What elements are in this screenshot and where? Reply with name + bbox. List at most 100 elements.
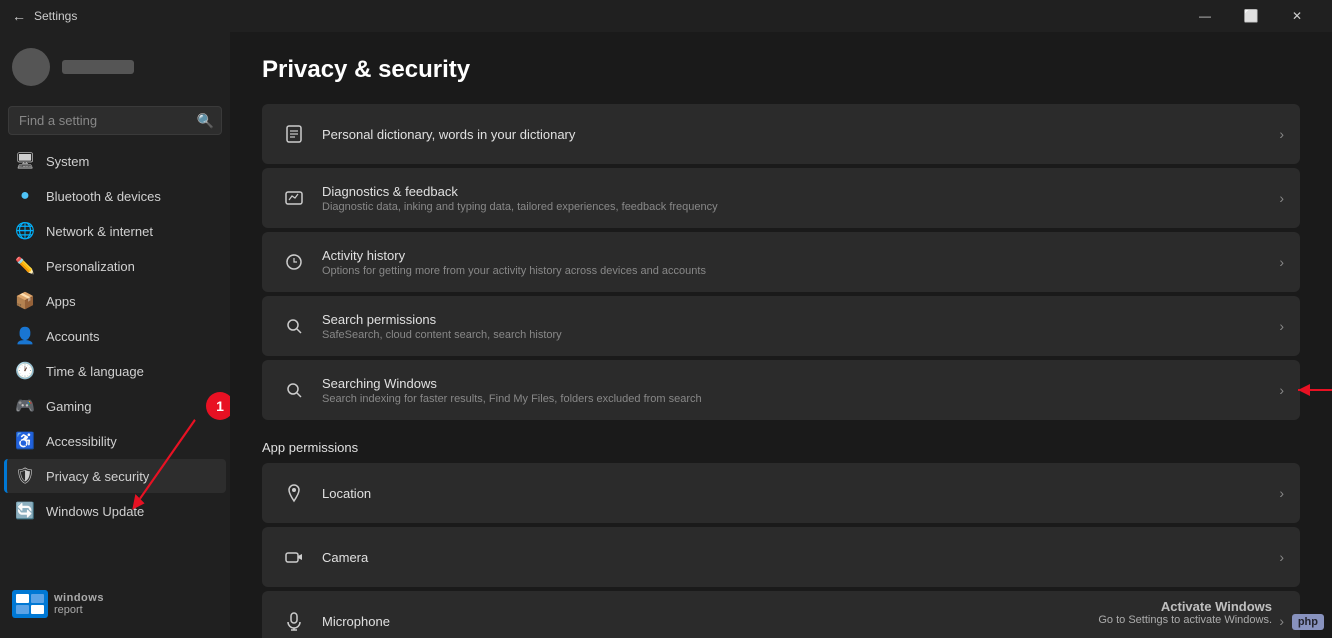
- location-title: Location: [322, 486, 1271, 501]
- annotation-arrow-2: [1292, 380, 1332, 400]
- accessibility-icon: ♿: [16, 432, 34, 450]
- settings-item-personal-dict[interactable]: Personal dictionary, words in your dicti…: [262, 104, 1300, 164]
- maximize-button[interactable]: ⬜: [1228, 0, 1274, 32]
- camera-title: Camera: [322, 550, 1271, 565]
- sidebar-label-accounts: Accounts: [46, 329, 99, 344]
- sidebar-label-system: System: [46, 154, 89, 169]
- location-chevron: ›: [1279, 485, 1284, 501]
- app-title: Settings: [34, 9, 77, 23]
- sidebar-item-accounts[interactable]: 👤 Accounts: [4, 319, 226, 353]
- diagnostics-title: Diagnostics & feedback: [322, 184, 1271, 199]
- diagnostics-icon: [278, 182, 310, 214]
- title-bar-left: ← Settings: [12, 8, 77, 24]
- sidebar-label-windows-update: Windows Update: [46, 504, 144, 519]
- settings-item-searching-windows[interactable]: Searching Windows Search indexing for fa…: [262, 360, 1300, 420]
- minimize-button[interactable]: —: [1182, 0, 1228, 32]
- search-icon: 🔍: [197, 112, 214, 129]
- page-title: Privacy & security: [262, 56, 1300, 84]
- diagnostics-text: Diagnostics & feedback Diagnostic data, …: [322, 184, 1271, 213]
- annotation-badge-1: 1: [206, 392, 230, 420]
- searching-windows-icon: [278, 374, 310, 406]
- sidebar-label-bluetooth: Bluetooth & devices: [46, 189, 161, 204]
- camera-text: Camera: [322, 550, 1271, 565]
- settings-item-search-perms[interactable]: Search permissions SafeSearch, cloud con…: [262, 296, 1300, 356]
- settings-item-activity[interactable]: Activity history Options for getting mor…: [262, 232, 1300, 292]
- search-perms-chevron: ›: [1279, 318, 1284, 334]
- app-permissions-header: App permissions: [262, 440, 1300, 455]
- bluetooth-icon: ●: [16, 187, 34, 205]
- sidebar-label-personalization: Personalization: [46, 259, 135, 274]
- time-icon: 🕐: [16, 362, 34, 380]
- search-perms-icon: [278, 310, 310, 342]
- system-icon: 🖥: [16, 152, 34, 170]
- sidebar-nav: 🖥 System ● Bluetooth & devices 🌐 Network…: [0, 143, 230, 529]
- diagnostics-sub: Diagnostic data, inking and typing data,…: [322, 201, 1271, 213]
- sidebar-item-gaming[interactable]: 🎮 Gaming 1: [4, 389, 226, 423]
- sidebar-label-accessibility: Accessibility: [46, 434, 117, 449]
- settings-item-diagnostics[interactable]: Diagnostics & feedback Diagnostic data, …: [262, 168, 1300, 228]
- windows-report-logo: windows report: [0, 550, 230, 630]
- app-body: 🔍 🖥 System ● Bluetooth & devices 🌐 Netwo…: [0, 32, 1332, 638]
- privacy-icon: 🛡: [16, 467, 34, 485]
- activity-chevron: ›: [1279, 254, 1284, 270]
- settings-item-camera[interactable]: Camera ›: [262, 527, 1300, 587]
- sidebar-item-bluetooth[interactable]: ● Bluetooth & devices: [4, 179, 226, 213]
- gaming-icon: 🎮: [16, 397, 34, 415]
- apps-icon: 📦: [16, 292, 34, 310]
- settings-item-location[interactable]: Location ›: [262, 463, 1300, 523]
- activate-windows: Activate Windows Go to Settings to activ…: [1098, 599, 1272, 626]
- back-button[interactable]: ←: [12, 8, 26, 24]
- search-perms-sub: SafeSearch, cloud content search, search…: [322, 329, 1271, 341]
- sidebar-item-network[interactable]: 🌐 Network & internet: [4, 214, 226, 248]
- search-box: 🔍: [8, 106, 222, 135]
- personal-dict-text: Personal dictionary, words in your dicti…: [322, 127, 1271, 142]
- sidebar-label-gaming: Gaming: [46, 399, 92, 414]
- sidebar-item-time[interactable]: 🕐 Time & language: [4, 354, 226, 388]
- sidebar-item-accessibility[interactable]: ♿ Accessibility: [4, 424, 226, 458]
- camera-chevron: ›: [1279, 549, 1284, 565]
- wr-windows-text: windows: [54, 592, 104, 604]
- microphone-chevron: ›: [1279, 613, 1284, 629]
- windows-logo-icon: [12, 590, 48, 618]
- searching-windows-text: Searching Windows Search indexing for fa…: [322, 376, 1271, 405]
- sidebar-label-apps: Apps: [46, 294, 76, 309]
- content-area: Privacy & security Personal dictionary, …: [230, 32, 1332, 638]
- content-wrapper: Privacy & security Personal dictionary, …: [230, 32, 1332, 638]
- microphone-icon: [278, 605, 310, 637]
- camera-icon: [278, 541, 310, 573]
- location-text: Location: [322, 486, 1271, 501]
- window-controls: — ⬜ ✕: [1182, 0, 1320, 32]
- searching-windows-sub: Search indexing for faster results, Find…: [322, 393, 1271, 405]
- accounts-icon: 👤: [16, 327, 34, 345]
- activity-text: Activity history Options for getting mor…: [322, 248, 1271, 277]
- wr-report-text: report: [54, 604, 104, 616]
- sidebar-item-apps[interactable]: 📦 Apps: [4, 284, 226, 318]
- network-icon: 🌐: [16, 222, 34, 240]
- personal-dict-icon: [278, 118, 310, 150]
- windows-update-icon: 🔄: [16, 502, 34, 520]
- personalization-icon: ✏️: [16, 257, 34, 275]
- sidebar-label-network: Network & internet: [46, 224, 153, 239]
- location-icon: [278, 477, 310, 509]
- sidebar-item-privacy[interactable]: 🛡 Privacy & security: [4, 459, 226, 493]
- user-section: [0, 32, 230, 102]
- searching-windows-chevron: ›: [1279, 382, 1284, 398]
- sidebar-item-system[interactable]: 🖥 System: [4, 144, 226, 178]
- searching-windows-title: Searching Windows: [322, 376, 1271, 391]
- sidebar-label-time: Time & language: [46, 364, 144, 379]
- diagnostics-chevron: ›: [1279, 190, 1284, 206]
- sidebar-label-privacy: Privacy & security: [46, 469, 149, 484]
- title-bar: ← Settings — ⬜ ✕: [0, 0, 1332, 32]
- sidebar-item-windows-update[interactable]: 🔄 Windows Update: [4, 494, 226, 528]
- search-perms-text: Search permissions SafeSearch, cloud con…: [322, 312, 1271, 341]
- search-input[interactable]: [8, 106, 222, 135]
- activity-icon: [278, 246, 310, 278]
- personal-dict-chevron: ›: [1279, 126, 1284, 142]
- close-button[interactable]: ✕: [1274, 0, 1320, 32]
- avatar: [12, 48, 50, 86]
- activity-sub: Options for getting more from your activ…: [322, 265, 1271, 277]
- activity-title: Activity history: [322, 248, 1271, 263]
- sidebar-item-personalization[interactable]: ✏️ Personalization: [4, 249, 226, 283]
- search-perms-title: Search permissions: [322, 312, 1271, 327]
- activate-sub: Go to Settings to activate Windows.: [1098, 614, 1272, 626]
